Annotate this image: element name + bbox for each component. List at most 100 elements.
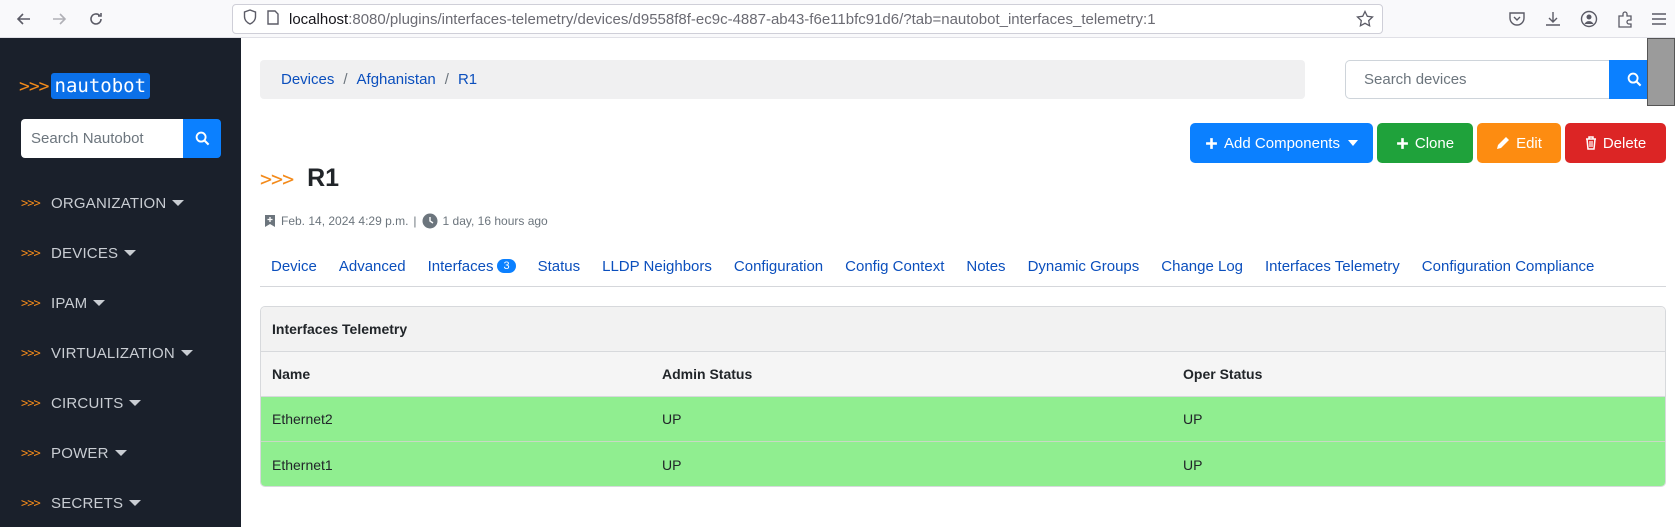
tab-label: Dynamic Groups xyxy=(1027,257,1140,275)
tab-change-log[interactable]: Change Log xyxy=(1161,251,1243,281)
sidebar-item-secrets[interactable]: >>> SECRETS xyxy=(21,491,142,515)
sidebar-search xyxy=(21,119,221,158)
pencil-icon xyxy=(1497,137,1510,149)
clone-label: Clone xyxy=(1414,134,1455,152)
logo-text: nautobot xyxy=(50,73,151,99)
account-icon[interactable] xyxy=(1578,8,1600,30)
breadcrumb: Devices / Afghanistan / R1 xyxy=(260,60,1305,99)
tab-label: Change Log xyxy=(1161,257,1244,275)
admin-status: UP xyxy=(662,456,682,473)
sidebar-item-ipam[interactable]: >>> IPAM xyxy=(21,291,106,315)
clone-button[interactable]: Clone xyxy=(1377,123,1473,163)
table-row: Ethernet2 UP UP xyxy=(261,397,1665,442)
updated-timestamp: 1 day, 16 hours ago xyxy=(442,214,548,228)
search-icon xyxy=(195,131,209,146)
tab-configuration-compliance[interactable]: Configuration Compliance xyxy=(1422,251,1595,281)
admin-status: UP xyxy=(662,411,682,427)
tab-device[interactable]: Device xyxy=(271,251,317,281)
page-icon[interactable] xyxy=(267,9,279,29)
sidebar-item-devices[interactable]: >>> DEVICES xyxy=(21,241,137,265)
sidebar-item-label: SECRETS xyxy=(51,494,124,512)
bookmark-star-icon[interactable] xyxy=(1354,8,1376,30)
caret-down-icon xyxy=(129,400,142,406)
url-path: :8080/plugins/interfaces-telemetry/devic… xyxy=(348,10,1156,28)
browser-toolbar: localhost:8080/plugins/interfaces-teleme… xyxy=(0,0,1675,38)
menu-arrows: >>> xyxy=(21,446,41,460)
nautobot-logo[interactable]: >>> nautobot xyxy=(19,73,151,99)
tab-label: LLDP Neighbors xyxy=(602,257,712,275)
tab-dynamic-groups[interactable]: Dynamic Groups xyxy=(1028,251,1140,281)
tab-label: Configuration xyxy=(733,257,824,275)
add-components-button[interactable]: Add Components xyxy=(1190,123,1373,163)
device-search-input[interactable] xyxy=(1345,60,1609,99)
tab-label: Device xyxy=(271,257,317,275)
shield-icon[interactable] xyxy=(243,9,257,29)
tab-advanced[interactable]: Advanced xyxy=(339,251,406,281)
tab-label: Config Context xyxy=(845,257,945,275)
address-bar[interactable]: localhost:8080/plugins/interfaces-teleme… xyxy=(232,4,1383,34)
breadcrumb-separator: / xyxy=(343,71,348,88)
tab-label: Interfaces xyxy=(427,257,494,275)
column-header-oper-status: Oper Status xyxy=(1183,366,1263,382)
tab-label: Configuration Compliance xyxy=(1421,257,1595,275)
back-arrow-icon[interactable] xyxy=(12,7,36,31)
page-title: >>> R1 xyxy=(260,164,339,193)
tab-status[interactable]: Status xyxy=(538,251,581,281)
breadcrumb-location[interactable]: Afghanistan xyxy=(357,71,436,88)
sidebar-item-label: ORGANIZATION xyxy=(51,194,167,212)
sidebar: >>> nautobot >>> ORGANIZATION >>> DEVICE… xyxy=(0,38,241,527)
menu-arrows: >>> xyxy=(21,346,41,360)
tab-notes[interactable]: Notes xyxy=(966,251,1005,281)
extensions-icon[interactable] xyxy=(1614,8,1636,30)
overlay-scroll-handle[interactable] xyxy=(1647,38,1675,106)
timestamps: Feb. 14, 2024 4:29 p.m. | 1 day, 16 hour… xyxy=(264,213,548,229)
forward-arrow-icon[interactable] xyxy=(47,7,71,31)
timestamp-separator: | xyxy=(413,214,417,228)
breadcrumb-device[interactable]: R1 xyxy=(458,71,477,88)
sidebar-item-circuits[interactable]: >>> CIRCUITS xyxy=(21,391,142,415)
caret-down-icon xyxy=(172,200,185,206)
tab-label: Status xyxy=(537,257,581,275)
add-components-label: Add Components xyxy=(1224,134,1340,152)
interface-name: Ethernet2 xyxy=(272,411,333,427)
sidebar-item-organization[interactable]: >>> ORGANIZATION xyxy=(21,191,185,215)
tab-interfaces-telemetry[interactable]: Interfaces Telemetry xyxy=(1265,251,1400,281)
breadcrumb-separator: / xyxy=(444,71,449,88)
device-tabs: Device Advanced Interfaces 3 Status LLDP … xyxy=(260,251,1666,287)
download-icon[interactable] xyxy=(1542,8,1564,30)
caret-down-icon xyxy=(93,300,106,306)
tab-label: Notes xyxy=(966,257,1006,275)
table-header-row: Name Admin Status Oper Status xyxy=(261,352,1665,397)
sidebar-item-virtualization[interactable]: >>> VIRTUALIZATION xyxy=(21,341,193,365)
pocket-icon[interactable] xyxy=(1506,8,1528,30)
caret-down-icon xyxy=(114,450,127,456)
sidebar-search-input[interactable] xyxy=(21,119,183,158)
caret-down-icon xyxy=(129,500,142,506)
tab-configuration[interactable]: Configuration xyxy=(734,251,823,281)
menu-arrows: >>> xyxy=(21,246,41,260)
sidebar-search-button[interactable] xyxy=(183,119,221,158)
menu-arrows: >>> xyxy=(21,396,41,410)
edit-button[interactable]: Edit xyxy=(1477,123,1561,163)
caret-down-icon xyxy=(1347,140,1358,146)
sidebar-item-power[interactable]: >>> POWER xyxy=(21,441,127,465)
plus-icon xyxy=(1206,137,1217,149)
tab-label: Advanced xyxy=(338,257,406,275)
table-row: Ethernet1 UP UP xyxy=(261,442,1665,486)
tab-interfaces[interactable]: Interfaces 3 xyxy=(428,251,516,281)
delete-button[interactable]: Delete xyxy=(1565,123,1666,163)
device-name: R1 xyxy=(307,164,340,192)
menu-icon[interactable] xyxy=(1648,8,1670,30)
interface-name: Ethernet1 xyxy=(272,456,333,473)
breadcrumb-devices[interactable]: Devices xyxy=(281,71,334,88)
tab-lldp-neighbors[interactable]: LLDP Neighbors xyxy=(602,251,712,281)
caret-down-icon xyxy=(124,250,137,256)
trash-icon xyxy=(1585,136,1596,150)
reload-icon[interactable] xyxy=(84,7,108,31)
oper-status: UP xyxy=(1183,456,1203,473)
panel-title: Interfaces Telemetry xyxy=(261,307,1665,352)
sidebar-item-label: VIRTUALIZATION xyxy=(51,344,175,362)
interfaces-count-badge: 3 xyxy=(497,259,516,273)
logo-arrows: >>> xyxy=(19,75,49,97)
tab-config-context[interactable]: Config Context xyxy=(845,251,944,281)
